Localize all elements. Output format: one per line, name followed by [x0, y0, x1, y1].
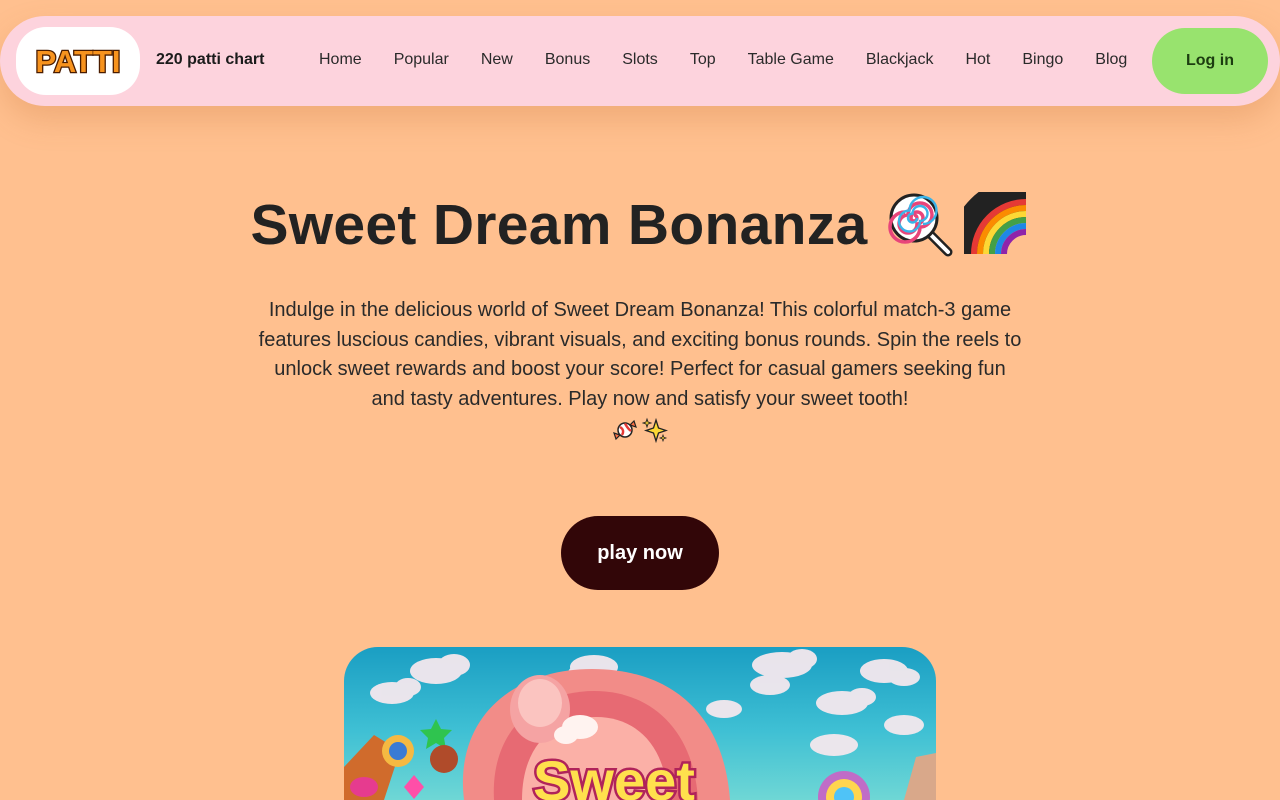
banner-artwork: Sweet: [344, 649, 936, 800]
nav-home[interactable]: Home: [303, 51, 378, 69]
nav-hot[interactable]: Hot: [949, 51, 1006, 69]
login-button[interactable]: Log in: [1152, 28, 1268, 94]
candy-icon: [613, 419, 637, 441]
main-nav: Home Popular New Bonus Slots Top Table G…: [303, 49, 1143, 71]
logo-text: PATTI: [36, 44, 121, 79]
title-icons: [887, 192, 1030, 258]
description-icons: [255, 416, 1025, 444]
nav-new[interactable]: New: [465, 51, 529, 69]
banner-title-text: Sweet: [533, 749, 695, 800]
rainbow-icon: [963, 192, 1027, 256]
nav-table-game[interactable]: Table Game: [732, 51, 850, 69]
hero-description-block: Indulge in the delicious world of Sweet …: [255, 296, 1025, 444]
site-title: 220 patti chart: [156, 51, 265, 68]
page-title: Sweet Dream Bonanza: [250, 193, 868, 257]
nav-blackjack[interactable]: Blackjack: [850, 51, 950, 69]
hero-title-row: Sweet Dream Bonanza: [0, 192, 1280, 258]
sparkles-icon: [642, 417, 668, 443]
nav-popular[interactable]: Popular: [378, 51, 465, 69]
hero-description: Indulge in the delicious world of Sweet …: [258, 299, 1022, 410]
patti-logo-icon: PATTI: [34, 43, 122, 81]
game-banner-image[interactable]: Sweet: [344, 647, 936, 800]
play-now-button[interactable]: play now: [561, 516, 719, 590]
site-header: PATTI 220 patti chart Home Popular New B…: [0, 16, 1280, 106]
nav-bingo[interactable]: Bingo: [1006, 51, 1079, 69]
nav-bonus[interactable]: Bonus: [529, 51, 606, 69]
nav-top[interactable]: Top: [674, 51, 732, 69]
lollipop-icon: [887, 193, 953, 257]
page: PATTI 220 patti chart Home Popular New B…: [0, 0, 1280, 800]
nav-blog[interactable]: Blog: [1079, 51, 1143, 69]
nav-slots[interactable]: Slots: [606, 51, 674, 69]
site-logo[interactable]: PATTI: [16, 27, 140, 95]
